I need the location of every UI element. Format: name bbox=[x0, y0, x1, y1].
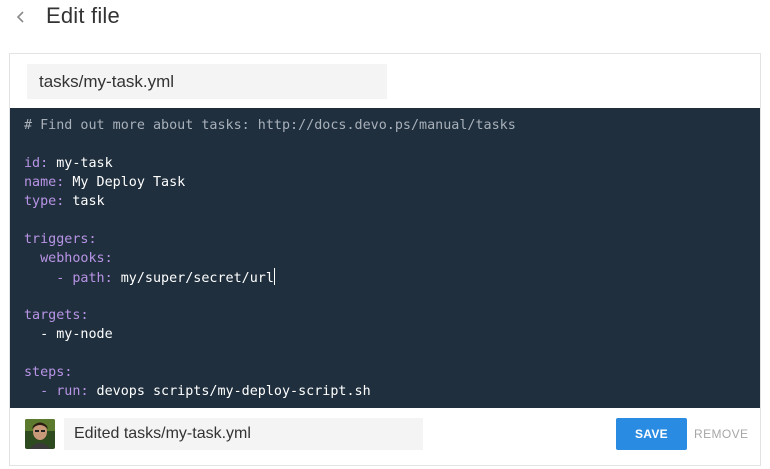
code-token-value: My Deploy Task bbox=[64, 175, 186, 190]
code-token-key: triggers bbox=[24, 232, 89, 247]
code-line[interactable]: - run: devops scripts/my-deploy-script.s… bbox=[24, 382, 516, 401]
code-token-value: - my-node bbox=[24, 327, 113, 342]
code-token-value: my/super/secret/url bbox=[112, 271, 274, 286]
code-line[interactable]: - my-node bbox=[24, 325, 516, 344]
code-token-comment: # Find out more about tasks: http://docs… bbox=[24, 118, 516, 133]
code-token-value bbox=[24, 271, 56, 286]
code-token-punct: : bbox=[80, 308, 89, 323]
code-line[interactable] bbox=[24, 211, 516, 230]
commit-message-input[interactable] bbox=[64, 418, 423, 450]
page-title: Edit file bbox=[46, 3, 120, 28]
code-token-key: path bbox=[72, 271, 105, 286]
code-token-key: webhooks bbox=[40, 251, 105, 266]
code-token-value bbox=[24, 251, 40, 266]
code-token-value bbox=[24, 384, 40, 399]
code-token-key: targets bbox=[24, 308, 81, 323]
code-token-punct: : bbox=[80, 384, 89, 399]
edit-file-panel: # Find out more about tasks: http://docs… bbox=[9, 53, 761, 466]
code-line[interactable]: triggers: bbox=[24, 230, 516, 249]
text-cursor bbox=[273, 268, 275, 285]
code-line[interactable]: - path: my/super/secret/url bbox=[24, 268, 516, 287]
code-token-punct: : bbox=[64, 365, 73, 380]
code-token-value: task bbox=[64, 194, 105, 209]
code-editor[interactable]: # Find out more about tasks: http://docs… bbox=[10, 108, 760, 408]
code-token-punct: : bbox=[104, 251, 113, 266]
code-token-key: type bbox=[24, 194, 57, 209]
remove-button[interactable]: REMOVE bbox=[694, 427, 748, 441]
code-line[interactable]: type: task bbox=[24, 192, 516, 211]
chevron-left-icon[interactable] bbox=[14, 6, 30, 28]
code-token-value: my-task bbox=[48, 156, 113, 171]
code-token-value: devops scripts/my-deploy-script.sh bbox=[88, 384, 371, 399]
code-line[interactable] bbox=[24, 287, 516, 306]
code-line[interactable] bbox=[24, 344, 516, 363]
code-token-punct: : bbox=[40, 156, 49, 171]
user-avatar bbox=[25, 419, 55, 449]
code-line[interactable]: targets: bbox=[24, 306, 516, 325]
code-line[interactable]: steps: bbox=[24, 363, 516, 382]
commit-bar: SAVE REMOVE bbox=[10, 408, 760, 465]
code-line[interactable]: id: my-task bbox=[24, 154, 516, 173]
code-content[interactable]: # Find out more about tasks: http://docs… bbox=[24, 116, 516, 401]
code-token-key: steps bbox=[24, 365, 65, 380]
code-line[interactable]: webhooks: bbox=[24, 249, 516, 268]
file-path-input[interactable] bbox=[27, 64, 387, 99]
save-button[interactable]: SAVE bbox=[616, 418, 687, 450]
code-token-punct: : bbox=[88, 232, 97, 247]
code-token-punct: - bbox=[40, 384, 49, 399]
code-line[interactable]: # Find out more about tasks: http://docs… bbox=[24, 116, 516, 135]
code-line[interactable]: name: My Deploy Task bbox=[24, 173, 516, 192]
code-token-key: run bbox=[56, 384, 81, 399]
code-token-key: name bbox=[24, 175, 57, 190]
page-header: Edit file bbox=[0, 0, 770, 40]
code-token-punct: : bbox=[104, 271, 113, 286]
code-token-key: id bbox=[24, 156, 41, 171]
code-line[interactable] bbox=[24, 135, 516, 154]
